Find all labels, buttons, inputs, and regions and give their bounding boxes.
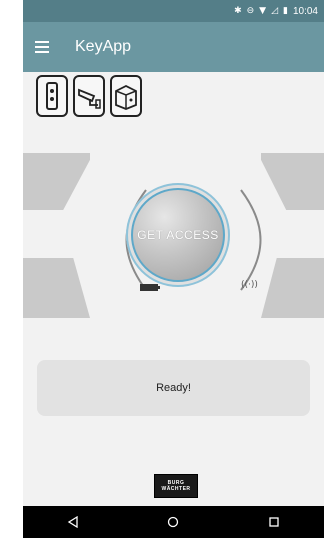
do-not-disturb-icon: ⊖ — [246, 6, 255, 16]
home-button[interactable] — [158, 510, 188, 534]
decor-block-top-left — [23, 153, 90, 210]
safe-box-device-icon — [115, 84, 137, 110]
battery-level-icon — [140, 284, 160, 291]
device-selector — [36, 75, 142, 117]
door-lock-device-button[interactable] — [36, 75, 68, 117]
get-access-button[interactable]: GET ACCESS — [131, 188, 225, 282]
recents-square-icon — [269, 517, 279, 527]
signal-broadcast-icon: ((·)) — [241, 280, 258, 290]
back-button[interactable] — [58, 510, 88, 534]
get-access-label: GET ACCESS — [137, 228, 219, 242]
app-screen: ✱ ⊖ ▼ ◿ ▮ 10:04 KeyApp GET ACCESS ((·)) … — [23, 0, 324, 538]
status-message: Ready! — [156, 382, 191, 394]
hamburger-menu-icon[interactable] — [35, 35, 59, 59]
recents-button[interactable] — [259, 510, 289, 534]
access-button-ring: GET ACCESS — [126, 183, 230, 287]
safe-box-device-button[interactable] — [110, 75, 142, 117]
no-sim-icon: ◿ — [271, 6, 279, 16]
right-arc-decoration — [240, 189, 262, 291]
bluetooth-icon: ✱ — [234, 6, 242, 16]
decor-block-bottom-left — [23, 258, 90, 318]
burg-wachter-logo: BURG WÄCHTER — [154, 474, 198, 498]
app-toolbar: KeyApp — [23, 22, 324, 72]
battery-icon: ▮ — [283, 6, 288, 16]
camera-device-button[interactable] — [73, 75, 105, 117]
wifi-icon: ▼ — [259, 6, 267, 16]
door-lock-device-icon — [46, 82, 58, 110]
status-panel: Ready! — [37, 360, 310, 416]
system-nav-bar — [23, 506, 324, 538]
status-time: 10:04 — [292, 5, 318, 17]
back-triangle-icon — [67, 516, 78, 528]
app-title: KeyApp — [75, 38, 132, 55]
home-circle-icon — [168, 516, 179, 528]
camera-device-icon — [78, 88, 101, 109]
status-bar: ✱ ⊖ ▼ ◿ ▮ 10:04 — [23, 0, 324, 22]
